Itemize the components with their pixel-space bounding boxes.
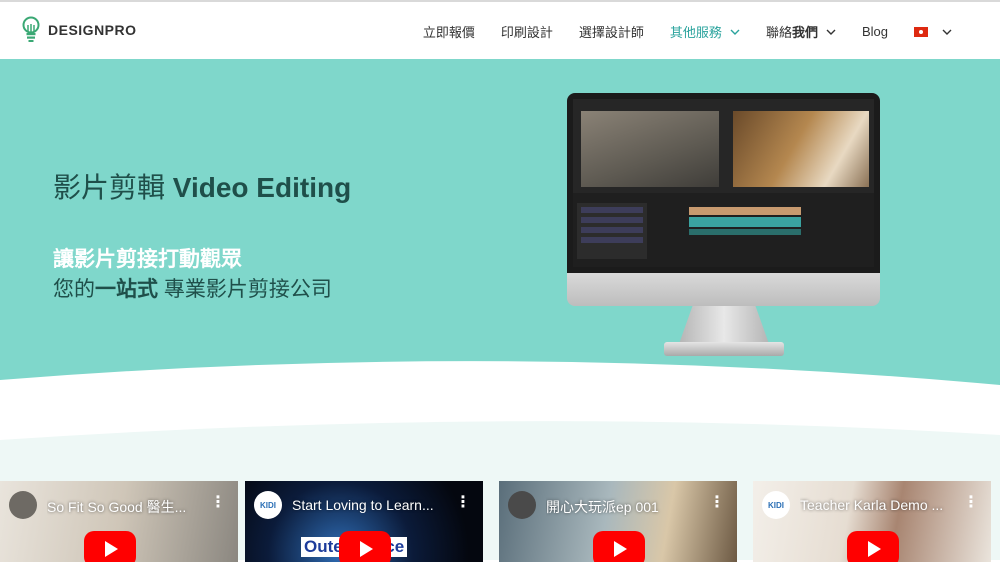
timeline-clip-audio-2 bbox=[689, 229, 801, 235]
youtube-play-button[interactable] bbox=[339, 531, 391, 562]
nav-item-label: 印刷設計 bbox=[500, 25, 553, 40]
video-title: Start Loving to Learn... bbox=[292, 497, 434, 513]
language-switcher[interactable] bbox=[914, 26, 952, 37]
video-card[interactable]: 開心大玩派ep 001 ⋮ bbox=[499, 481, 737, 562]
nav-item-contact[interactable]: 聯絡 我們 bbox=[766, 22, 836, 41]
subtitle-pre: 您的 bbox=[53, 278, 95, 301]
nav-item-label: 立即報價 bbox=[422, 25, 475, 40]
main-nav: 立即報價 印刷設計 選擇設計師 其他服務 聯絡 我們 Blog bbox=[397, 2, 952, 61]
hero-subtitle-2: 您的一站式 專業影片剪接公司 bbox=[53, 273, 332, 303]
youtube-play-button[interactable] bbox=[84, 531, 136, 562]
more-options-icon[interactable]: ⋮ bbox=[210, 495, 226, 511]
nav-item-label-bold: 我們 bbox=[791, 25, 818, 40]
youtube-play-button[interactable] bbox=[593, 531, 645, 562]
youtube-play-button[interactable] bbox=[847, 531, 899, 562]
video-card[interactable]: KIDI Start Loving to Learn... ⋮ Outer Sp… bbox=[245, 481, 483, 562]
video-card[interactable]: So Fit So Good 醫生... ⋮ bbox=[0, 481, 238, 562]
program-preview bbox=[733, 111, 869, 187]
monitor-chin bbox=[567, 273, 880, 306]
hong-kong-flag-icon bbox=[914, 26, 928, 37]
monitor-stand bbox=[679, 306, 769, 344]
nav-item-blog[interactable]: Blog bbox=[862, 24, 888, 39]
subtitle-post: 專業影片剪接公司 bbox=[158, 278, 332, 301]
more-options-icon[interactable]: ⋮ bbox=[709, 495, 725, 511]
chevron-down-icon bbox=[942, 29, 952, 35]
source-preview bbox=[581, 111, 719, 187]
title-zh: 影片剪輯 bbox=[53, 172, 166, 203]
video-title: So Fit So Good 醫生... bbox=[47, 499, 187, 515]
nav-item-label-pre: 聯絡 bbox=[765, 25, 792, 40]
nav-item-choose-designer[interactable]: 選擇設計師 bbox=[579, 22, 644, 41]
monitor-base bbox=[664, 342, 784, 356]
video-title: Teacher Karla Demo ... bbox=[800, 497, 944, 513]
chevron-down-icon bbox=[826, 29, 836, 35]
title-en: Video Editing bbox=[172, 172, 352, 203]
channel-avatar bbox=[508, 491, 536, 519]
more-options-icon[interactable]: ⋮ bbox=[963, 495, 979, 511]
timeline-clip-video bbox=[689, 207, 801, 215]
brand-logo[interactable]: DESIGNPRO bbox=[22, 16, 137, 44]
nav-item-label: 選擇設計師 bbox=[578, 25, 644, 40]
nav-item-label: 其他服務 bbox=[669, 25, 722, 40]
hero-subtitle-1: 讓影片剪接打動觀眾 bbox=[53, 248, 242, 271]
video-card[interactable]: KIDI Teacher Karla Demo ... ⋮ bbox=[753, 481, 991, 562]
monitor-screen-frame bbox=[567, 93, 880, 273]
monitor-illustration bbox=[567, 93, 880, 357]
nav-item-quote[interactable]: 立即報價 bbox=[423, 22, 475, 41]
timeline-clip-audio bbox=[689, 217, 801, 227]
nav-item-print-design[interactable]: 印刷設計 bbox=[501, 22, 553, 41]
video-title: 開心大玩派ep 001 bbox=[546, 499, 659, 515]
channel-avatar bbox=[9, 491, 37, 519]
timeline-panel bbox=[573, 193, 874, 267]
page-title: 影片剪輯 Video Editing bbox=[53, 166, 351, 206]
brand-name: DESIGNPRO bbox=[48, 22, 137, 38]
video-gallery: So Fit So Good 醫生... ⋮ KIDI Start Loving… bbox=[0, 481, 1000, 562]
nav-item-other-services[interactable]: 其他服務 bbox=[670, 22, 740, 41]
subtitle-bold: 一站式 bbox=[95, 278, 158, 301]
channel-avatar: KIDI bbox=[762, 491, 790, 519]
chevron-down-icon bbox=[730, 29, 740, 35]
editing-software-screenshot bbox=[573, 99, 874, 267]
channel-avatar: KIDI bbox=[254, 491, 282, 519]
nav-item-label: Blog bbox=[861, 24, 888, 39]
media-bin bbox=[577, 203, 647, 259]
lightbulb-logo-icon bbox=[22, 16, 40, 42]
site-header: DESIGNPRO 立即報價 印刷設計 選擇設計師 其他服務 聯絡 我們 Blog bbox=[0, 0, 1000, 59]
more-options-icon[interactable]: ⋮ bbox=[455, 495, 471, 511]
